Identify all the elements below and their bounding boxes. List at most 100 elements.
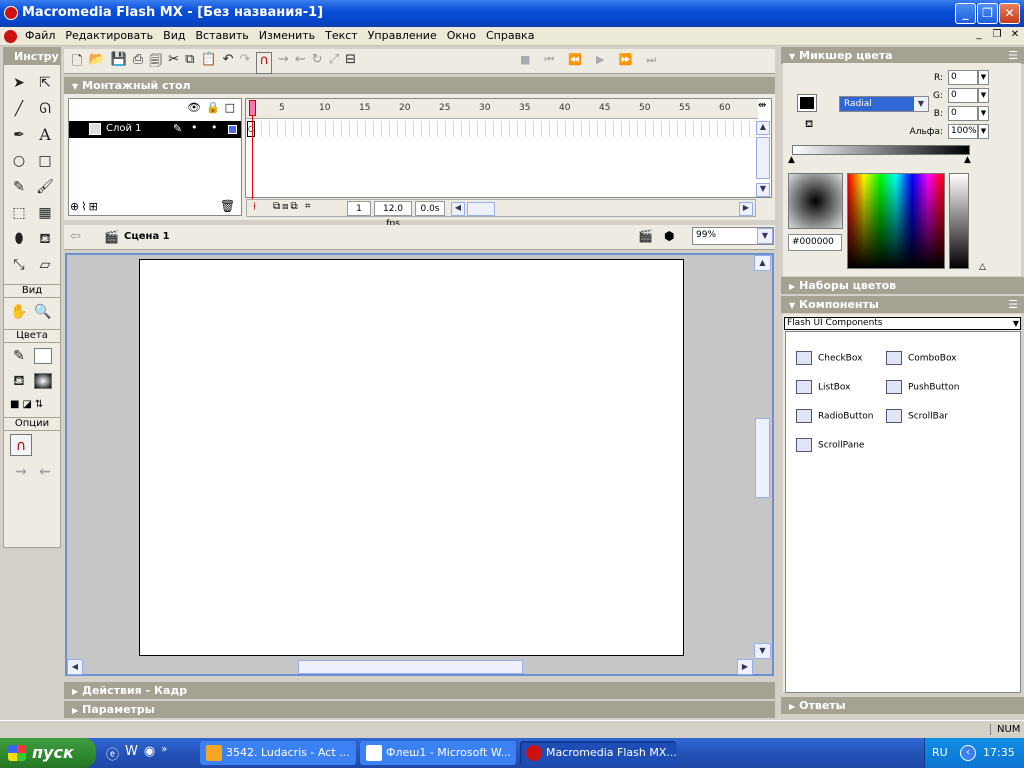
mixer-bucket-icon[interactable]: ⛾ xyxy=(805,119,813,132)
layer-row[interactable]: Слой 1 ✎ • • xyxy=(69,121,241,138)
print-preview-icon[interactable]: 🗐 xyxy=(149,52,162,74)
timeline-scroll-right[interactable]: ▶ xyxy=(739,202,753,216)
back-arrow-icon[interactable]: ⇦ xyxy=(70,229,81,244)
alpha-input[interactable]: 100% xyxy=(948,124,978,139)
edit-scene-icon[interactable]: 🎬 xyxy=(638,229,653,243)
fill-color-swatch[interactable] xyxy=(34,373,52,389)
task-word[interactable]: Флеш1 - Microsoft W... xyxy=(360,741,516,765)
timeline-vscroll[interactable]: ▲ ▼ xyxy=(756,121,770,197)
free-transform-tool-icon[interactable]: ⬚ xyxy=(8,202,30,224)
stage-canvas[interactable] xyxy=(139,259,684,656)
quick-launch-more-icon[interactable]: » xyxy=(161,744,167,763)
maximize-button[interactable]: ❐ xyxy=(977,3,998,24)
panel-menu-icon[interactable]: ☰ xyxy=(1008,47,1018,64)
frame-strip[interactable] xyxy=(246,121,754,137)
line-tool-icon[interactable]: ╱ xyxy=(8,98,30,120)
stop-icon[interactable]: ■ xyxy=(520,53,530,67)
b-input[interactable]: 0 xyxy=(948,106,978,121)
scene-name[interactable]: Сцена 1 xyxy=(124,231,170,242)
components-header[interactable]: ▼ Компоненты ☰ xyxy=(781,296,1024,313)
copy-icon[interactable]: ⧉ xyxy=(185,52,194,74)
step-forward-icon[interactable]: ⏩ xyxy=(618,53,632,67)
task-ludacris[interactable]: 3542. Ludacris - Act ... xyxy=(200,741,356,765)
arrow-tool-icon[interactable]: ➤ xyxy=(8,72,30,94)
timeline-header[interactable]: ▼ Монтажный стол xyxy=(64,77,775,94)
timeline-hscroll-thumb[interactable] xyxy=(467,202,495,216)
gradient-pointer-left[interactable]: ▲ xyxy=(788,155,795,165)
redo-icon[interactable]: ↷ xyxy=(240,52,251,74)
outline-color-swatch[interactable] xyxy=(228,125,237,134)
paint-bucket-tool-icon[interactable]: ⛾ xyxy=(34,228,56,250)
print-icon[interactable]: ⎙ xyxy=(133,52,143,74)
align-icon[interactable]: ⊟ xyxy=(345,52,356,74)
timeline-menu-icon[interactable]: ⇹ xyxy=(758,100,766,111)
smooth-icon[interactable]: ⇝ xyxy=(10,461,32,483)
zoom-tool-icon[interactable]: 🔍 xyxy=(32,301,54,323)
zoom-dropdown-icon[interactable]: ▼ xyxy=(757,228,773,244)
pen-tool-icon[interactable]: ✒ xyxy=(8,124,30,146)
save-icon[interactable]: 💾 xyxy=(111,52,127,74)
smooth-toolbar-icon[interactable]: ⇝ xyxy=(278,52,289,74)
r-input[interactable]: 0 xyxy=(948,70,978,85)
tools-panel-header[interactable]: Инстру xyxy=(4,48,60,65)
eraser-tool-icon[interactable]: ▱ xyxy=(34,254,56,276)
menu-view[interactable]: Вид xyxy=(158,27,190,44)
component-radiobutton[interactable]: RadioButton xyxy=(796,409,873,423)
component-checkbox[interactable]: CheckBox xyxy=(796,351,862,365)
stroke-color-swatch[interactable] xyxy=(34,348,52,364)
snap-icon[interactable]: ∩ xyxy=(256,52,272,74)
go-end-icon[interactable]: ⏭ xyxy=(646,53,656,67)
task-flash[interactable]: Macromedia Flash MX... xyxy=(520,741,676,765)
doc-close-button[interactable]: ✕ xyxy=(1008,28,1022,42)
menu-insert[interactable]: Вставить xyxy=(190,27,253,44)
fill-color-icon[interactable]: ⛾ xyxy=(8,370,30,392)
r-dropdown-icon[interactable]: ▼ xyxy=(978,70,989,85)
straighten-icon[interactable]: ⇜ xyxy=(34,461,56,483)
eyedropper-tool-icon[interactable]: ⤡ xyxy=(8,254,30,276)
component-scrollpane[interactable]: ScrollPane xyxy=(796,438,864,452)
snap-magnet-icon[interactable]: ∩ xyxy=(10,434,32,456)
visible-dot[interactable]: • xyxy=(191,121,198,134)
new-file-icon[interactable]: 🗋 xyxy=(72,52,82,74)
g-input[interactable]: 0 xyxy=(948,88,978,103)
components-menu-icon[interactable]: ☰ xyxy=(1008,296,1018,313)
swap-colors-icon[interactable]: ■◪⇅ xyxy=(10,399,46,410)
frame-ruler[interactable]: 1 5 10 15 20 25 30 35 40 45 50 55 60 xyxy=(246,99,758,119)
brightness-pointer[interactable]: △ xyxy=(979,262,986,272)
menu-window[interactable]: Окно xyxy=(442,27,481,44)
paste-icon[interactable]: 📋 xyxy=(200,52,216,74)
menu-control[interactable]: Управление xyxy=(363,27,442,44)
gradient-bar[interactable] xyxy=(792,145,970,155)
start-button[interactable]: пуск xyxy=(0,738,96,768)
gradient-pointer-right[interactable]: ▲ xyxy=(964,155,971,165)
fill-transform-tool-icon[interactable]: ▦ xyxy=(34,202,56,224)
layer-visibility-icons[interactable]: 👁🔒□ xyxy=(187,101,240,114)
subselect-tool-icon[interactable]: ⇱ xyxy=(34,72,56,94)
center-frame-icon[interactable]: ⍿ xyxy=(253,200,256,214)
doc-icon[interactable] xyxy=(4,30,17,43)
component-pushbutton[interactable]: PushButton xyxy=(886,380,960,394)
brightness-slider[interactable] xyxy=(949,173,969,269)
hand-tool-icon[interactable]: ✋ xyxy=(8,301,30,323)
timeline-scroll-left[interactable]: ◀ xyxy=(451,202,465,216)
b-dropdown-icon[interactable]: ▼ xyxy=(978,106,989,121)
rotate-icon[interactable]: ↻ xyxy=(312,52,323,74)
lasso-tool-icon[interactable]: ᘏ xyxy=(34,98,56,120)
color-spectrum[interactable] xyxy=(847,173,945,269)
rewind-icon[interactable]: ⏮ xyxy=(544,53,554,67)
media-player-icon[interactable]: ◉ xyxy=(144,744,155,763)
g-dropdown-icon[interactable]: ▼ xyxy=(978,88,989,103)
play-icon[interactable]: ▶ xyxy=(596,53,604,67)
ie-icon[interactable]: ⓔ xyxy=(106,744,119,763)
layer-name[interactable]: Слой 1 xyxy=(106,123,142,134)
oval-tool-icon[interactable]: ○ xyxy=(8,150,30,172)
add-layer-icons[interactable]: ⊕⌇⊞ xyxy=(70,200,100,213)
components-set-select[interactable]: Flash UI Components ▼ xyxy=(784,317,1021,330)
menu-help[interactable]: Справка xyxy=(481,27,539,44)
close-button[interactable]: ✕ xyxy=(999,3,1020,24)
tray-expand-icon[interactable]: ‹ xyxy=(960,745,976,761)
open-file-icon[interactable]: 📂 xyxy=(88,52,104,74)
parameters-panel-header[interactable]: ▶ Параметры xyxy=(64,701,775,718)
scale-icon[interactable]: ⤢ xyxy=(329,52,339,74)
cut-icon[interactable]: ✂ xyxy=(168,52,179,74)
